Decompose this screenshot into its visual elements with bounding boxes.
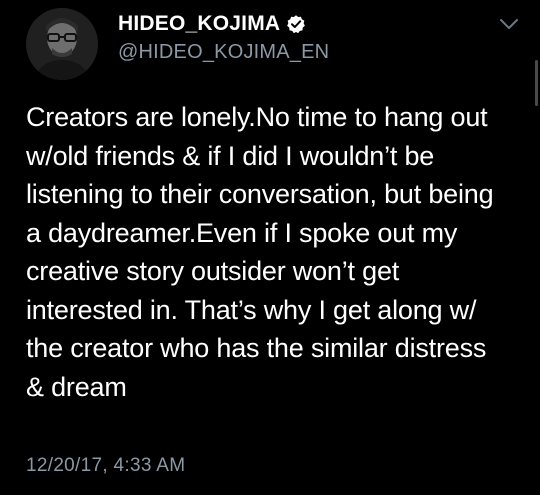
tweet-timestamp[interactable]: 12/20/17, 4:33 AM [26,453,185,479]
avatar[interactable] [26,8,98,80]
tweet-text-line: & dream [26,371,127,402]
tweet-text-line: the creator who has the similar distress [26,333,487,363]
tweet-text-line: Creators are lonely.No time to hang out [26,102,488,132]
avatar-image [26,8,98,80]
tweet-text-line: w/old friends & if I did I wouldn’t be [26,140,435,171]
display-name-row[interactable]: HIDEO_KOJIMA [118,10,306,38]
display-name[interactable]: HIDEO_KOJIMA [118,10,280,38]
tweet-text-line: creative story outsider won’t get [26,256,400,286]
tweet-text: Creators are lonely.No time to hang out … [26,98,526,406]
chevron-down-icon[interactable] [498,16,520,32]
tweet-text-line: a daydreamer.Even if I spoke out my [26,217,458,248]
user-handle[interactable]: @HIDEO_KOJIMA_EN [118,39,329,65]
tweet-text-line: listening to their conversation, but bei… [26,179,494,209]
tweet-card: HIDEO_KOJIMA @HIDEO_KOJIMA_EN Creators a… [0,0,540,495]
tweet-text-line: interested in. That’s why I get along w/ [26,294,477,325]
scrollbar[interactable] [535,60,538,106]
verified-badge-icon [286,14,306,34]
